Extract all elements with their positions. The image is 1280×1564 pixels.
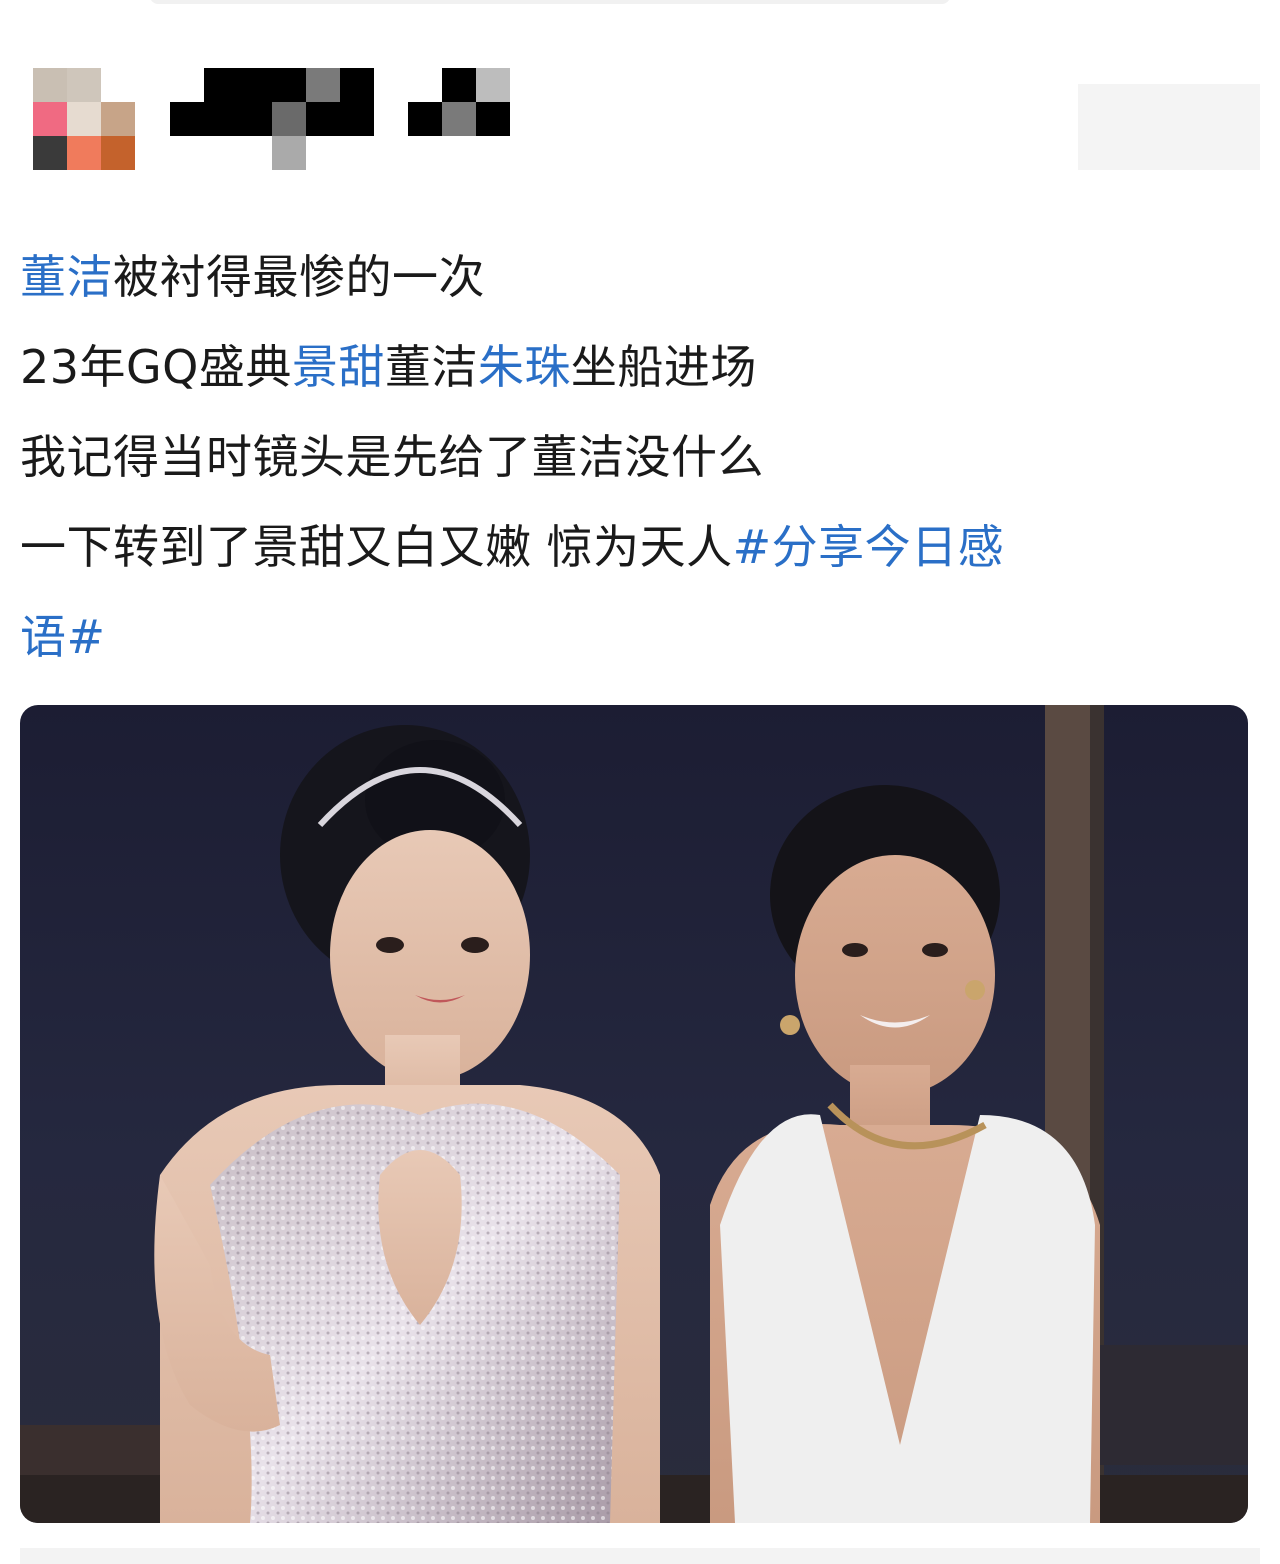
post-line: 语# (20, 592, 1250, 682)
post-line: 我记得当时镜头是先给了董洁没什么 (20, 412, 1250, 502)
mention-link[interactable]: 景甜 (292, 340, 385, 394)
previous-card-edge (150, 0, 950, 4)
post-text-segment: 23年GQ盛典 (20, 340, 292, 394)
post-text-segment: 一下转到了景甜又白又嫩 惊为天人 (20, 520, 733, 574)
hashtag-link[interactable]: #分享今日感 (733, 520, 1005, 574)
post-text-segment: 我记得当时镜头是先给了董洁没什么 (20, 430, 764, 484)
hashtag-link[interactable]: 语# (20, 610, 106, 664)
post-line: 董洁被衬得最惨的一次 (20, 232, 1250, 322)
post-line: 23年GQ盛典景甜董洁朱珠坐船进场 (20, 322, 1250, 412)
post-image[interactable] (20, 705, 1248, 1523)
post-body: 董洁被衬得最惨的一次 23年GQ盛典景甜董洁朱珠坐船进场 我记得当时镜头是先给了董洁… (20, 232, 1250, 682)
mention-link[interactable]: 董洁 (20, 250, 113, 304)
post-text-segment: 董洁 (384, 340, 478, 394)
post-text-segment: 被衬得最惨的一次 (113, 250, 485, 304)
avatar[interactable] (33, 68, 135, 170)
post-text-segment: 坐船进场 (570, 340, 757, 394)
next-card-edge (20, 1548, 1260, 1564)
photo-illustration (20, 705, 1248, 1523)
username-pixelated[interactable] (170, 68, 515, 170)
mention-link[interactable]: 朱珠 (478, 340, 571, 394)
post-line: 一下转到了景甜又白又嫩 惊为天人#分享今日感 (20, 502, 1250, 592)
follow-button[interactable] (1078, 84, 1260, 170)
